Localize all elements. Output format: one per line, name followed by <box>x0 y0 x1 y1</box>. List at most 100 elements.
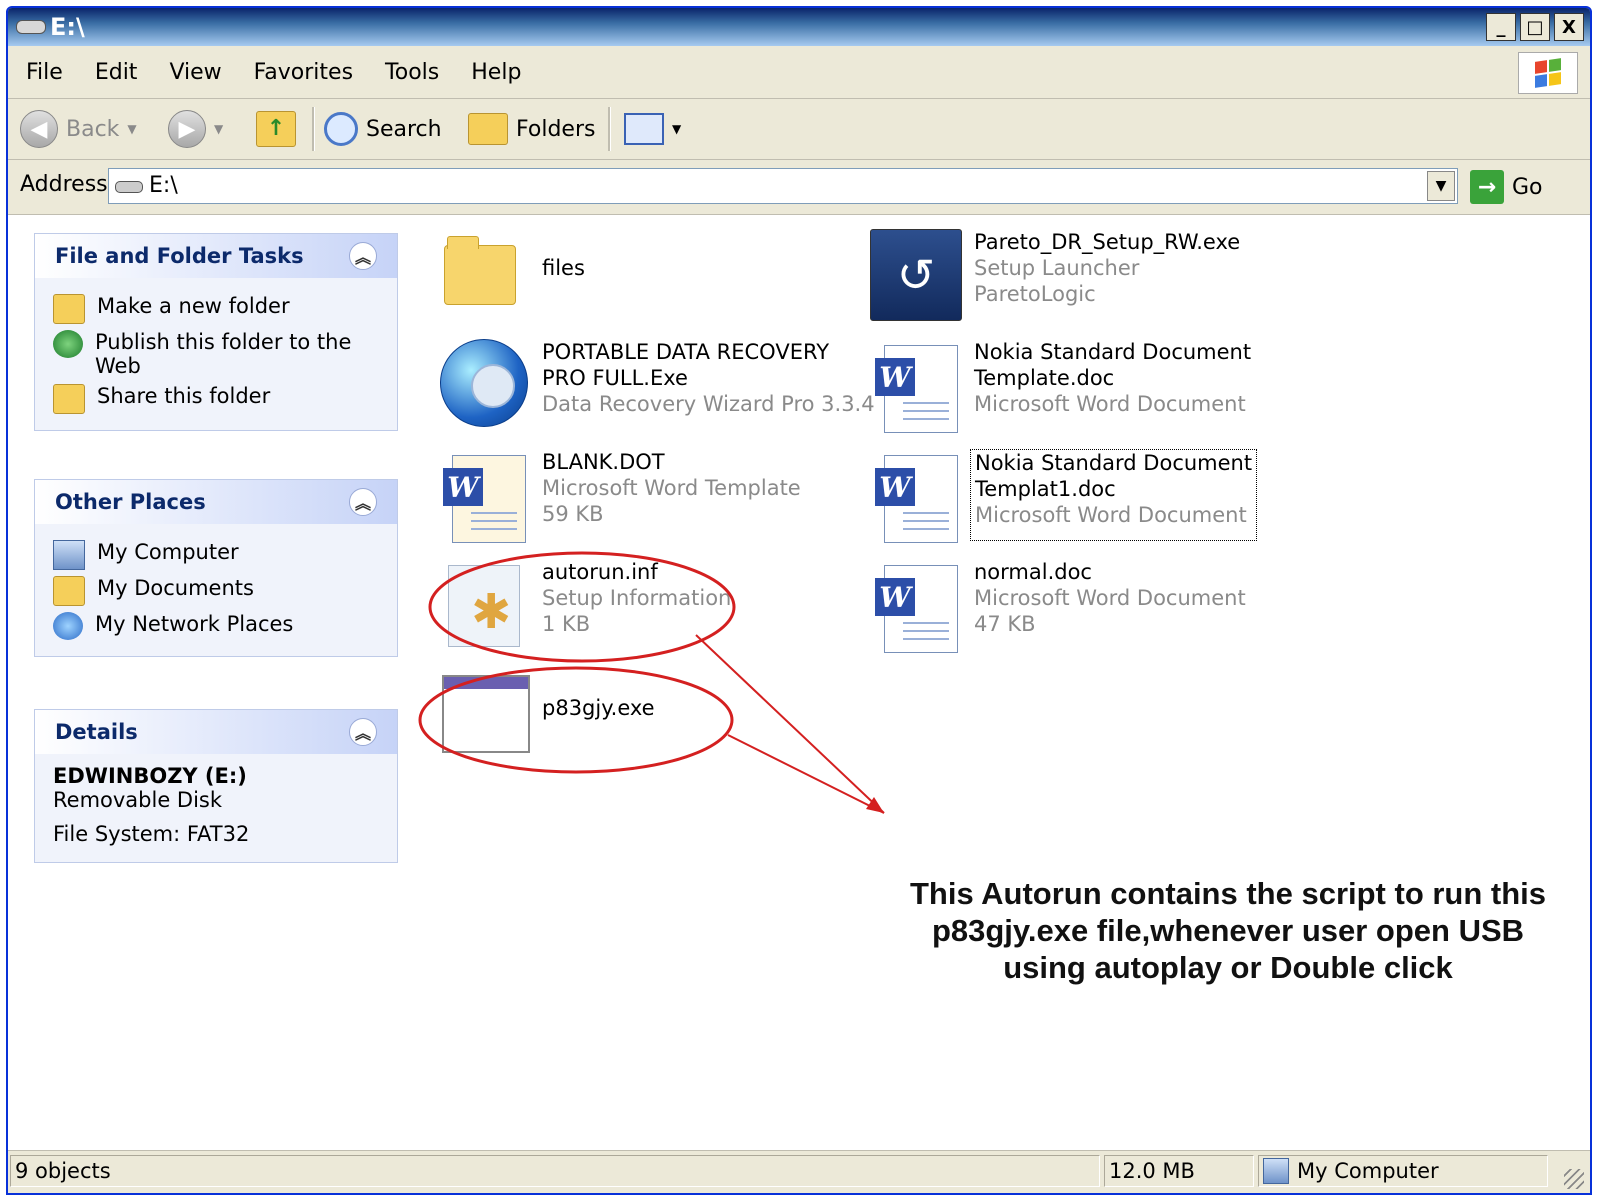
chevron-down-icon: ▼ <box>214 122 224 136</box>
file-name: Nokia Standard Document <box>975 451 1253 475</box>
file-item-p83gjy-exe[interactable]: p83gjy.exe <box>438 669 655 761</box>
arrow-line-autorun <box>695 634 885 814</box>
my-computer-icon <box>53 540 85 570</box>
file-item-files[interactable]: files <box>438 229 585 321</box>
menu-bar: File Edit View Favorites Tools Help <box>8 46 1590 99</box>
panel-header[interactable]: Details ︽ <box>35 710 397 754</box>
file-item-nokia-templat1[interactable]: W Nokia Standard Document Templat1.doc M… <box>870 449 1258 543</box>
menu-view[interactable]: View <box>169 60 221 85</box>
menu-tools[interactable]: Tools <box>385 60 439 85</box>
my-network-places-link[interactable]: My Network Places <box>53 612 379 640</box>
my-computer-link[interactable]: My Computer <box>53 540 379 570</box>
panel-title: Details <box>55 720 138 744</box>
status-objects: 9 objects <box>10 1155 1100 1187</box>
collapse-icon[interactable]: ︽ <box>349 242 377 270</box>
go-button[interactable]: → Go <box>1470 170 1543 204</box>
windows-logo-icon <box>1518 52 1578 94</box>
file-system: File System: FAT32 <box>53 822 250 846</box>
menu-help[interactable]: Help <box>471 60 521 85</box>
place-label: My Network Places <box>95 612 294 636</box>
resize-grip[interactable] <box>1564 1169 1584 1189</box>
arrow-head <box>866 797 884 813</box>
search-label: Search <box>366 116 442 142</box>
file-name: Nokia Standard Document <box>974 340 1252 364</box>
forward-button[interactable]: ▶ ▼ <box>168 109 223 149</box>
go-arrow-icon: → <box>1470 170 1504 204</box>
status-bar: 9 objects 12.0 MB My Computer <box>8 1150 1590 1193</box>
file-name-cont: Template.doc <box>974 366 1115 390</box>
views-button[interactable]: ▼ <box>624 109 681 149</box>
publish-folder-link[interactable]: Publish this folder to the Web <box>53 330 379 378</box>
file-item-portable-data-recovery[interactable]: PORTABLE DATA RECOVERY PRO FULL.Exe Data… <box>438 339 875 431</box>
address-bar: Address E:\ ▼ → Go <box>8 160 1590 215</box>
address-input[interactable]: E:\ ▼ <box>108 168 1458 204</box>
panel-title: File and Folder Tasks <box>55 244 304 268</box>
content-area: File and Folder Tasks ︽ Make a new folde… <box>8 215 1590 1155</box>
details-panel: Details ︽ EDWINBOZY (E:) Removable Disk … <box>34 709 398 863</box>
file-size: 1 KB <box>542 612 591 636</box>
file-item-blank-dot[interactable]: W BLANK.DOT Microsoft Word Template 59 K… <box>438 449 801 543</box>
views-icon <box>624 113 664 145</box>
panel-title: Other Places <box>55 490 206 514</box>
file-description: Data Recovery Wizard Pro 3.3.4 <box>542 392 875 416</box>
annotation-line: using autoplay or Double click <box>1003 950 1453 985</box>
file-size: 59 KB <box>542 502 604 526</box>
address-value: E:\ <box>149 173 178 198</box>
file-type: Setup Launcher <box>974 256 1140 280</box>
close-button[interactable]: X <box>1554 13 1584 41</box>
title-bar[interactable]: E:\ _ □ X <box>8 8 1590 46</box>
search-icon <box>324 112 358 146</box>
menu-file[interactable]: File <box>26 60 63 85</box>
address-dropdown-button[interactable]: ▼ <box>1427 171 1455 201</box>
back-button[interactable]: ◀ Back ▼ <box>20 109 137 149</box>
place-label: My Computer <box>97 540 239 564</box>
ie-globe-icon <box>440 339 528 427</box>
back-label: Back <box>66 116 120 142</box>
file-item-pareto-setup[interactable]: ↺ Pareto_DR_Setup_RW.exe Setup Launcher … <box>870 229 1240 321</box>
network-places-icon <box>53 612 83 640</box>
file-type: Setup Information <box>542 586 732 610</box>
my-documents-link[interactable]: My Documents <box>53 576 379 606</box>
collapse-icon[interactable]: ︽ <box>349 718 377 746</box>
file-name: autorun.inf <box>542 560 658 584</box>
panel-header[interactable]: File and Folder Tasks ︽ <box>35 234 397 278</box>
search-button[interactable]: Search <box>324 109 442 149</box>
folders-label: Folders <box>516 116 596 142</box>
make-new-folder-link[interactable]: Make a new folder <box>53 294 379 324</box>
file-company: ParetoLogic <box>974 282 1096 306</box>
file-item-nokia-template[interactable]: W Nokia Standard Document Template.doc M… <box>870 339 1252 433</box>
share-folder-link[interactable]: Share this folder <box>53 384 379 414</box>
file-type: Microsoft Word Document <box>974 586 1246 610</box>
annotation-text: This Autorun contains the script to run … <box>898 875 1558 986</box>
publish-web-icon <box>53 330 83 358</box>
annotation-line: This Autorun contains the script to run … <box>909 876 1547 911</box>
go-label: Go <box>1512 174 1543 200</box>
file-item-normal-doc[interactable]: W normal.doc Microsoft Word Document 47 … <box>870 559 1246 653</box>
drive-name: EDWINBOZY (E:) <box>53 764 247 788</box>
drive-icon <box>115 181 143 193</box>
focus-selection: Nokia Standard Document Templat1.doc Mic… <box>970 449 1258 541</box>
window-title: E:\ <box>50 13 85 41</box>
panel-header[interactable]: Other Places ︽ <box>35 480 397 524</box>
status-location-segment: My Computer <box>1258 1155 1548 1187</box>
status-size: 12.0 MB <box>1104 1155 1254 1187</box>
word-template-icon: W <box>443 455 526 543</box>
minimize-button[interactable]: _ <box>1486 13 1516 41</box>
chevron-down-icon: ▼ <box>127 122 137 136</box>
menu-favorites[interactable]: Favorites <box>254 60 353 85</box>
maximize-button[interactable]: □ <box>1520 13 1550 41</box>
file-type: Microsoft Word Document <box>975 503 1247 527</box>
folders-icon <box>468 113 508 145</box>
drive-type: Removable Disk <box>53 788 223 812</box>
file-name: p83gjy.exe <box>542 696 655 720</box>
folders-button[interactable]: Folders <box>468 109 595 149</box>
other-places-panel: Other Places ︽ My Computer My Documents … <box>34 479 398 657</box>
forward-arrow-icon: ▶ <box>168 110 206 148</box>
status-location: My Computer <box>1297 1159 1439 1183</box>
collapse-icon[interactable]: ︽ <box>349 488 377 516</box>
file-item-autorun-inf[interactable]: ✱ autorun.inf Setup Information 1 KB <box>438 559 731 651</box>
up-folder-button[interactable]: ↑ <box>256 109 296 149</box>
file-name: Pareto_DR_Setup_RW.exe <box>974 230 1241 254</box>
place-label: My Documents <box>97 576 254 600</box>
menu-edit[interactable]: Edit <box>95 60 138 85</box>
